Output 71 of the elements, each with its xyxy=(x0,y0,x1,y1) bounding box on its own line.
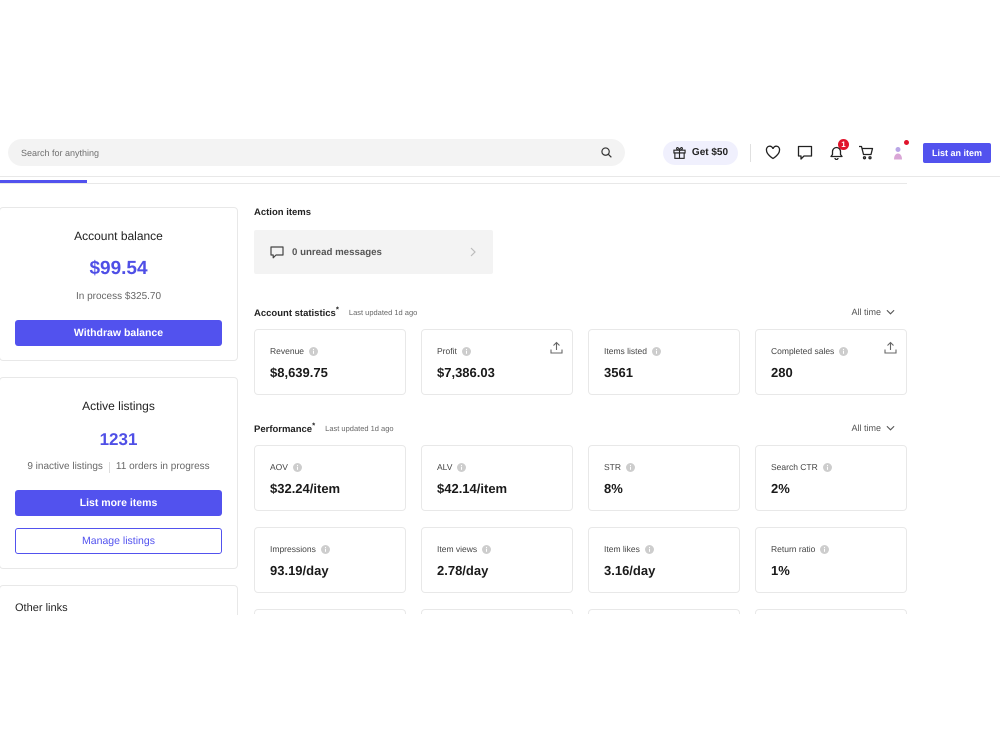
stat-label: ALV xyxy=(437,462,452,472)
stat-value: 3561 xyxy=(604,364,634,382)
chevron-down-icon xyxy=(886,425,895,431)
upload-icon[interactable] xyxy=(550,340,563,354)
info-icon[interactable] xyxy=(320,544,330,554)
stat-value: $8,639.75 xyxy=(270,364,329,382)
heart-icon[interactable] xyxy=(765,145,781,160)
stat-label: Items listed xyxy=(604,346,647,356)
avatar-icon[interactable] xyxy=(893,146,903,160)
info-icon[interactable] xyxy=(457,462,466,472)
balance-amount: $99.54 xyxy=(89,257,148,281)
stat-label: Item views xyxy=(437,544,478,554)
stat-value: 93.19/day xyxy=(270,562,330,580)
section-title: Performance$^{*}$ xyxy=(254,420,316,438)
info-icon[interactable] xyxy=(822,462,832,472)
info-icon[interactable] xyxy=(292,462,302,472)
chat-icon xyxy=(270,246,284,258)
stat-label: STR xyxy=(604,462,621,472)
stat-label: AOV xyxy=(270,462,288,472)
section-title: Action items xyxy=(254,206,312,220)
search-icon[interactable] xyxy=(601,147,612,158)
bell-icon[interactable] xyxy=(829,145,844,160)
stat-label: Completed sales xyxy=(771,346,834,356)
card-title: Account balance xyxy=(74,228,163,244)
stat-value: 2% xyxy=(771,480,791,498)
card-title: Other links xyxy=(15,601,69,615)
info-icon[interactable] xyxy=(462,346,471,356)
search-field[interactable]: Search for anything xyxy=(8,139,625,166)
section-title: Account statistics$^{*}$ xyxy=(254,304,339,322)
withdraw-button[interactable]: Withdraw balance xyxy=(15,320,222,346)
stat-label: Revenue xyxy=(270,346,304,356)
stat-label: Impressions xyxy=(270,544,316,554)
stat-label: Search CTR xyxy=(771,462,818,472)
tab-indicator[interactable] xyxy=(0,180,87,183)
cart-icon[interactable] xyxy=(858,145,874,160)
stat-value: $32.24/item xyxy=(270,480,342,498)
stat-value: $42.14/item xyxy=(437,480,508,498)
stat-value: 2.78/day xyxy=(437,562,490,580)
info-icon[interactable] xyxy=(820,544,830,554)
stat-value: 280 xyxy=(771,364,794,382)
chevron-down-icon xyxy=(886,309,895,315)
card-title: Active listings xyxy=(82,398,155,414)
in-process-text: In process $325.70 xyxy=(76,290,162,304)
stat-label: Profit xyxy=(437,346,457,356)
listing-detail: 11 orders in progress xyxy=(116,460,210,474)
listing-detail: 9 inactive listings xyxy=(27,460,103,474)
list-item-button[interactable]: List an item xyxy=(923,142,991,162)
info-icon[interactable] xyxy=(839,346,848,356)
info-icon[interactable] xyxy=(626,462,635,472)
range-dropdown[interactable]: All time xyxy=(851,307,895,317)
stat-label: Item likes xyxy=(604,544,640,554)
promo-button[interactable]: Get $50 xyxy=(663,140,738,164)
stat-value: 1% xyxy=(771,562,791,580)
gift-icon xyxy=(672,146,686,159)
notification-badge: 1 xyxy=(838,139,849,150)
info-icon[interactable] xyxy=(652,346,661,356)
info-icon[interactable] xyxy=(644,544,654,554)
listing-button[interactable]: List more items xyxy=(15,490,222,516)
range-dropdown[interactable]: All time xyxy=(851,423,895,433)
stat-label: Return ratio xyxy=(771,544,816,554)
stat-value: 8% xyxy=(604,480,624,498)
listing-button[interactable]: Manage listings xyxy=(15,528,222,554)
messages-item[interactable]: 0 unread messages xyxy=(254,230,493,274)
upload-icon[interactable] xyxy=(884,340,897,354)
info-icon[interactable] xyxy=(309,346,318,356)
chat-icon[interactable] xyxy=(797,145,813,160)
listings-count: 1231 xyxy=(100,429,138,451)
info-icon[interactable] xyxy=(482,544,492,554)
chevron-icon xyxy=(470,247,476,257)
stat-value: 3.16/day xyxy=(604,562,656,580)
stat-value: $7,386.03 xyxy=(437,364,496,382)
